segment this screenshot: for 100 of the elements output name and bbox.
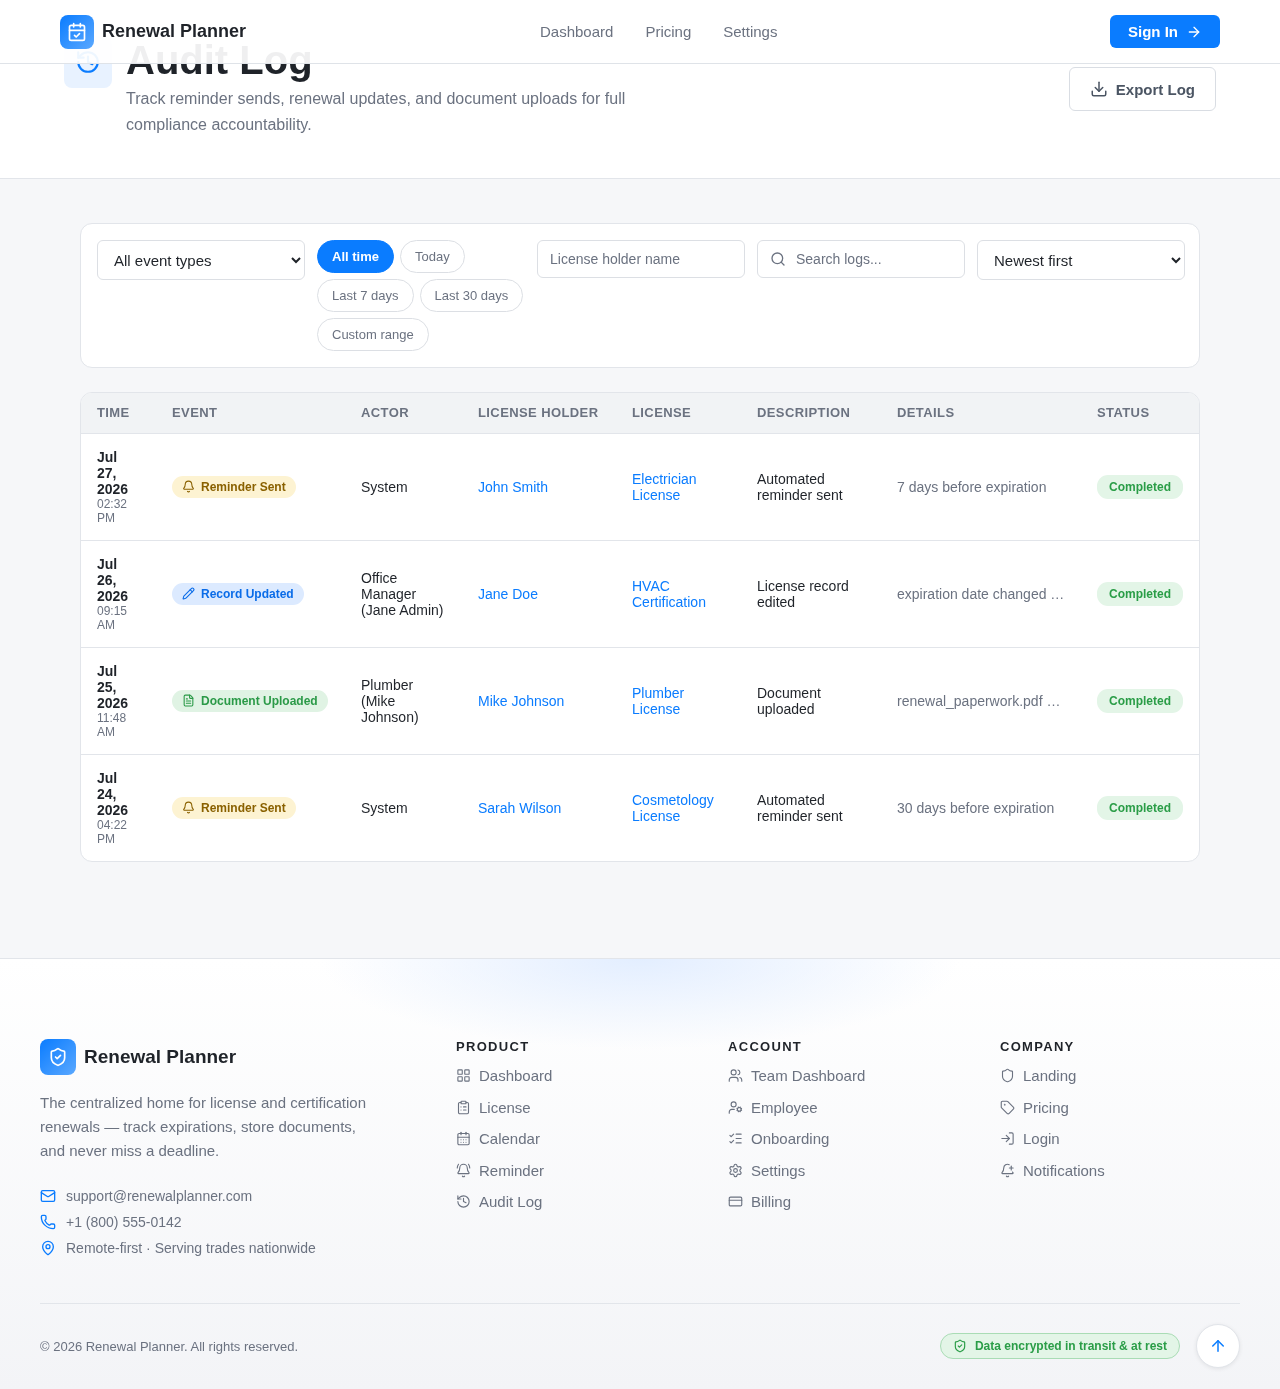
credential-link[interactable]: HVAC Certification bbox=[632, 577, 725, 610]
nav-link[interactable]: Settings bbox=[723, 23, 778, 40]
footer-link[interactable]: Calendar bbox=[456, 1123, 728, 1155]
users-icon bbox=[728, 1068, 743, 1084]
footer-link[interactable]: Billing bbox=[728, 1186, 1000, 1218]
security-badge: Data encrypted in transit & at rest bbox=[939, 1333, 1180, 1359]
event-icon bbox=[182, 694, 195, 707]
event-icon bbox=[182, 801, 195, 815]
actor-text: Office Manager (Jane Admin) bbox=[361, 569, 444, 618]
date-range-chip[interactable]: Last 30 days bbox=[419, 279, 524, 312]
details-text: 7 days before expiration bbox=[897, 478, 1047, 495]
description-text: Automated reminder sent bbox=[757, 470, 843, 503]
calendar-icon bbox=[456, 1131, 471, 1147]
footer-link[interactable]: Notifications bbox=[1000, 1154, 1240, 1186]
description-text: Automated reminder sent bbox=[757, 791, 843, 824]
date-range-chip[interactable]: All time bbox=[317, 240, 394, 273]
pin-icon bbox=[40, 1240, 56, 1256]
search-icon bbox=[770, 251, 786, 267]
event-badge: Document Uploaded bbox=[172, 689, 328, 712]
footer-link[interactable]: Team Dashboard bbox=[728, 1060, 1000, 1092]
history-icon bbox=[456, 1194, 471, 1210]
tag-icon bbox=[1000, 1099, 1015, 1115]
status-badge: Completed bbox=[1097, 474, 1183, 499]
description-text: License record edited bbox=[757, 577, 849, 610]
contact-text: Remote-first · Serving trades nationwide bbox=[66, 1240, 316, 1256]
back-to-top-button[interactable] bbox=[1196, 1324, 1240, 1368]
footer-column-title: ACCOUNT bbox=[728, 1039, 804, 1054]
column-header: STATUS bbox=[1081, 393, 1199, 433]
footer-link[interactable]: Dashboard bbox=[456, 1060, 728, 1092]
footer-link[interactable]: Login bbox=[1000, 1123, 1240, 1155]
phone-icon bbox=[40, 1214, 56, 1230]
actor-text: System bbox=[361, 799, 408, 816]
actor-text: System bbox=[361, 478, 408, 495]
contact-text: +1 (800) 555-0142 bbox=[66, 1214, 182, 1230]
holder-name-field[interactable]: License holder name bbox=[537, 240, 745, 278]
calendar-logo-icon bbox=[60, 14, 94, 49]
actor-text: Plumber (Mike Johnson) bbox=[361, 676, 419, 725]
footer-link[interactable]: Landing bbox=[1000, 1060, 1240, 1092]
grid-icon bbox=[456, 1068, 471, 1084]
date-range-chip[interactable]: Custom range bbox=[317, 318, 429, 351]
credential-link[interactable]: Plumber License bbox=[632, 684, 725, 717]
event-badge: Record Updated bbox=[172, 582, 304, 605]
event-date: Jul 26, 2026 bbox=[97, 555, 130, 604]
footer-link[interactable]: Employee bbox=[728, 1091, 1000, 1123]
shield-logo-icon bbox=[40, 1039, 76, 1075]
description-text: Document uploaded bbox=[757, 684, 821, 717]
user-gear-icon bbox=[728, 1099, 743, 1115]
event-type-select[interactable]: All event types bbox=[97, 240, 305, 280]
checklist-icon bbox=[728, 1131, 743, 1147]
column-header: LICENSE HOLDER bbox=[462, 393, 616, 433]
holder-link[interactable]: Sarah Wilson bbox=[478, 799, 562, 816]
contact-text: support@renewalplanner.com bbox=[66, 1188, 253, 1204]
details-text: expiration date changed … bbox=[897, 585, 1065, 602]
footer-link[interactable]: License bbox=[456, 1091, 728, 1123]
column-header: LICENSE bbox=[616, 393, 741, 433]
footer-description: The centralized home for license and certification renewals — track expirations, store documents, and never miss a deadline. bbox=[40, 1093, 367, 1161]
details-text: 30 days before expiration bbox=[897, 799, 1055, 816]
shield-icon bbox=[1000, 1068, 1015, 1084]
event-date: Jul 25, 2026 bbox=[97, 662, 130, 711]
sort-select[interactable]: Newest first bbox=[977, 240, 1185, 280]
nav-link[interactable]: Pricing bbox=[645, 23, 692, 40]
status-badge: Completed bbox=[1097, 688, 1183, 713]
column-header: TIME bbox=[81, 393, 156, 433]
footer-link[interactable]: Pricing bbox=[1000, 1091, 1240, 1123]
date-range-chip[interactable]: Today bbox=[399, 240, 465, 273]
footer-link[interactable]: Audit Log bbox=[456, 1186, 728, 1218]
holder-link[interactable]: Mike Johnson bbox=[478, 692, 565, 709]
card-icon bbox=[728, 1194, 743, 1210]
column-header: EVENT bbox=[156, 393, 345, 433]
bell-icon bbox=[456, 1162, 471, 1178]
event-badge: Reminder Sent bbox=[172, 796, 296, 819]
event-time: 11:48 AM bbox=[97, 710, 128, 739]
sign-in-button[interactable]: Sign In bbox=[1110, 15, 1220, 48]
copyright-text: © 2026 Renewal Planner. All rights reserved. bbox=[40, 1338, 300, 1354]
clipboard-icon bbox=[456, 1099, 471, 1115]
mail-icon bbox=[40, 1188, 56, 1204]
export-button[interactable]: Export Log bbox=[1068, 67, 1216, 111]
holder-link[interactable]: John Smith bbox=[478, 478, 549, 495]
credential-link[interactable]: Cosmetology License bbox=[632, 791, 725, 824]
footer-link[interactable]: Reminder bbox=[456, 1154, 728, 1186]
footer-link[interactable]: Onboarding bbox=[728, 1123, 1000, 1155]
bell-plus-icon bbox=[1000, 1162, 1015, 1178]
event-time: 02:32 PM bbox=[97, 496, 129, 525]
page-subtitle: Track reminder sends, renewal updates, and document uploads for full compliance accountability. bbox=[126, 89, 627, 135]
event-date: Jul 27, 2026 bbox=[97, 448, 130, 497]
footer-column-title: PRODUCT bbox=[456, 1039, 531, 1054]
footer-link[interactable]: Settings bbox=[728, 1154, 1000, 1186]
details-text: renewal_paperwork.pdf … bbox=[897, 692, 1061, 709]
status-badge: Completed bbox=[1097, 581, 1183, 606]
column-header: DETAILS bbox=[881, 393, 1081, 433]
event-icon bbox=[182, 480, 195, 493]
search-box[interactable]: Search logs... bbox=[757, 240, 965, 278]
download-icon bbox=[1089, 80, 1108, 98]
event-time: 09:15 AM bbox=[97, 603, 129, 632]
credential-link[interactable]: Electrician License bbox=[632, 470, 725, 503]
nav-link[interactable]: Dashboard bbox=[540, 23, 614, 40]
date-range-chip[interactable]: Last 7 days bbox=[317, 279, 414, 312]
holder-link[interactable]: Jane Doe bbox=[478, 585, 538, 602]
event-badge: Reminder Sent bbox=[172, 475, 296, 498]
column-header: ACTOR bbox=[345, 393, 462, 433]
